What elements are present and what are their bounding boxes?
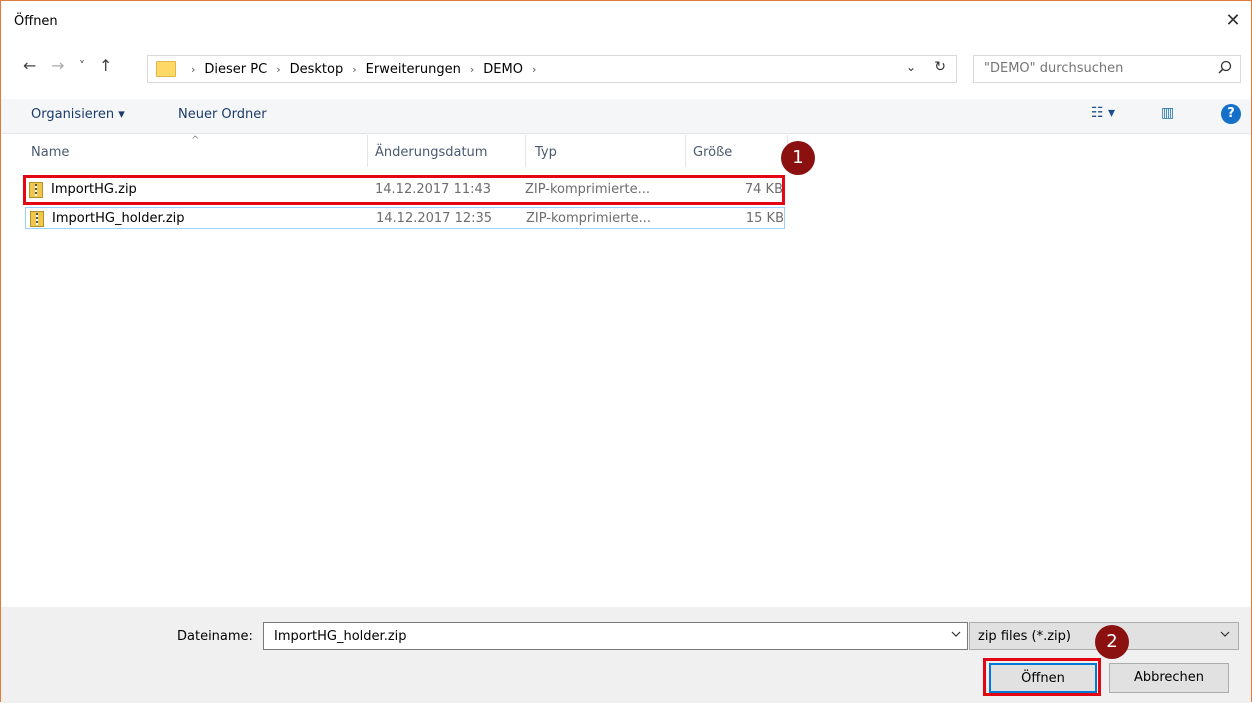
search-box[interactable] xyxy=(973,55,1241,83)
step-badge: 1 xyxy=(781,141,815,175)
breadcrumb-separator[interactable]: › xyxy=(352,61,356,79)
preview-pane-icon[interactable]: ▥ xyxy=(1161,105,1174,121)
breadcrumb-desktop[interactable]: Desktop xyxy=(290,61,344,79)
cancel-button[interactable]: Abbrechen xyxy=(1109,663,1229,693)
toolbar: Organisieren ▾ Neuer Ordner ☷ ▾ ▥ ? xyxy=(1,99,1251,134)
column-divider[interactable] xyxy=(525,135,526,167)
column-divider[interactable] xyxy=(367,135,368,167)
file-type: ZIP-komprimierte... xyxy=(526,211,651,226)
help-icon[interactable]: ? xyxy=(1221,104,1241,124)
filetype-value: zip files (*.zip) xyxy=(978,629,1071,644)
breadcrumb-separator: › xyxy=(191,63,196,76)
search-input[interactable] xyxy=(982,60,1206,77)
breadcrumb-separator[interactable]: › xyxy=(276,61,280,79)
search-icon[interactable] xyxy=(1218,60,1232,78)
column-header-name[interactable]: Name xyxy=(31,145,69,160)
breadcrumb-separator[interactable]: › xyxy=(470,61,474,79)
chevron-down-icon[interactable] xyxy=(951,628,961,642)
folder-icon xyxy=(156,61,176,77)
dialog-title: Öffnen xyxy=(14,14,58,29)
back-arrow-icon[interactable]: ← xyxy=(23,56,36,76)
breadcrumb-this-pc[interactable]: Dieser PC xyxy=(204,61,267,79)
file-name: ImportHG_holder.zip xyxy=(52,211,185,226)
up-arrow-icon[interactable]: ↑ xyxy=(99,56,112,76)
column-header-size[interactable]: Größe xyxy=(693,145,732,160)
breadcrumb-demo[interactable]: DEMO xyxy=(483,61,523,79)
address-bar[interactable]: › Dieser PC › Desktop › Erweiterungen › … xyxy=(147,55,957,83)
column-header-date[interactable]: Änderungsdatum xyxy=(375,145,487,160)
filename-input[interactable] xyxy=(272,628,936,645)
filename-label: Dateiname: xyxy=(177,629,253,644)
column-divider[interactable] xyxy=(685,135,686,167)
close-icon[interactable]: ✕ xyxy=(1221,9,1245,33)
file-size: 15 KB xyxy=(745,211,784,226)
title-bar: Öffnen ✕ xyxy=(1,1,1251,37)
highlight-box xyxy=(983,658,1101,696)
recent-locations-icon[interactable]: ˅ xyxy=(79,56,85,76)
chevron-down-icon[interactable] xyxy=(1220,628,1230,642)
open-file-dialog: Öffnen ✕ ← → ˅ ↑ › Dieser PC › Desktop ›… xyxy=(0,0,1252,703)
breadcrumb-separator[interactable]: › xyxy=(532,61,536,79)
refresh-icon[interactable]: ↻ xyxy=(934,59,946,75)
step-badge: 2 xyxy=(1095,625,1129,659)
file-date: 14.12.2017 12:35 xyxy=(376,211,493,226)
sort-indicator-icon: ^ xyxy=(191,135,200,146)
view-options-icon[interactable]: ☷ ▾ xyxy=(1091,105,1115,121)
zip-file-icon xyxy=(30,211,44,227)
forward-arrow-icon[interactable]: → xyxy=(51,56,64,76)
list-item[interactable]: ImportHG_holder.zip 14.12.2017 12:35 ZIP… xyxy=(25,207,785,229)
address-dropdown-icon[interactable]: ⌄ xyxy=(906,60,916,74)
new-folder-button[interactable]: Neuer Ordner xyxy=(178,107,267,122)
highlight-box xyxy=(23,175,785,205)
breadcrumb-extensions[interactable]: Erweiterungen xyxy=(366,61,461,79)
filename-field[interactable] xyxy=(263,622,968,650)
breadcrumb: › Dieser PC › Desktop › Erweiterungen › … xyxy=(182,61,545,79)
column-header-type[interactable]: Typ xyxy=(535,145,557,160)
organize-menu[interactable]: Organisieren ▾ xyxy=(31,107,125,122)
